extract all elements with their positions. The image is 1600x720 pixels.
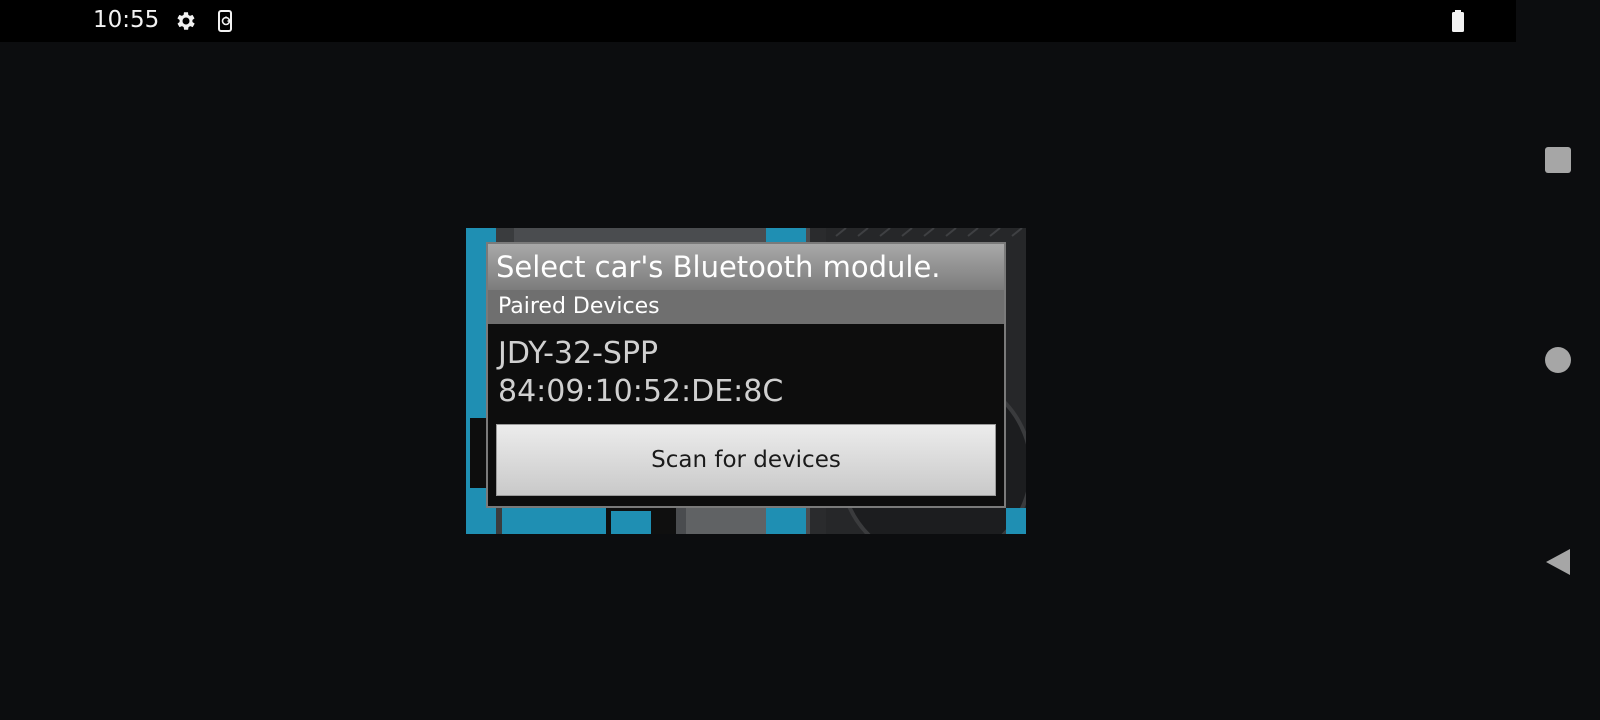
device-select-dialog: Select car's Bluetooth module. Paired De… [486, 242, 1006, 508]
app-window: Select car's Bluetooth module. Paired De… [466, 228, 1026, 534]
device-name: JDY-32-SPP [498, 336, 659, 371]
screen: 10:55 Select car's Bluetooth module. Pai… [0, 0, 1600, 720]
home-button[interactable] [1538, 340, 1578, 380]
dialog-title: Select car's Bluetooth module. [488, 244, 1004, 290]
gear-icon [174, 9, 198, 33]
device-address: 84:09:10:52:DE:8C [498, 374, 784, 409]
back-triangle-icon [1546, 549, 1570, 575]
home-circle-icon [1545, 347, 1571, 373]
status-time: 10:55 [93, 7, 160, 33]
battery-icon [1446, 9, 1470, 33]
navigation-bar [1516, 0, 1600, 720]
scan-for-devices-button[interactable]: Scan for devices [496, 424, 996, 496]
device-list-item[interactable]: JDY-32-SPP 84:09:10:52:DE:8C [488, 330, 1004, 412]
status-bar: 10:55 [0, 0, 1516, 42]
back-button[interactable] [1538, 542, 1578, 582]
recents-square-icon [1545, 147, 1571, 173]
paired-devices-header: Paired Devices [488, 290, 1004, 324]
phone-sync-icon [214, 9, 238, 33]
recents-button[interactable] [1538, 140, 1578, 180]
